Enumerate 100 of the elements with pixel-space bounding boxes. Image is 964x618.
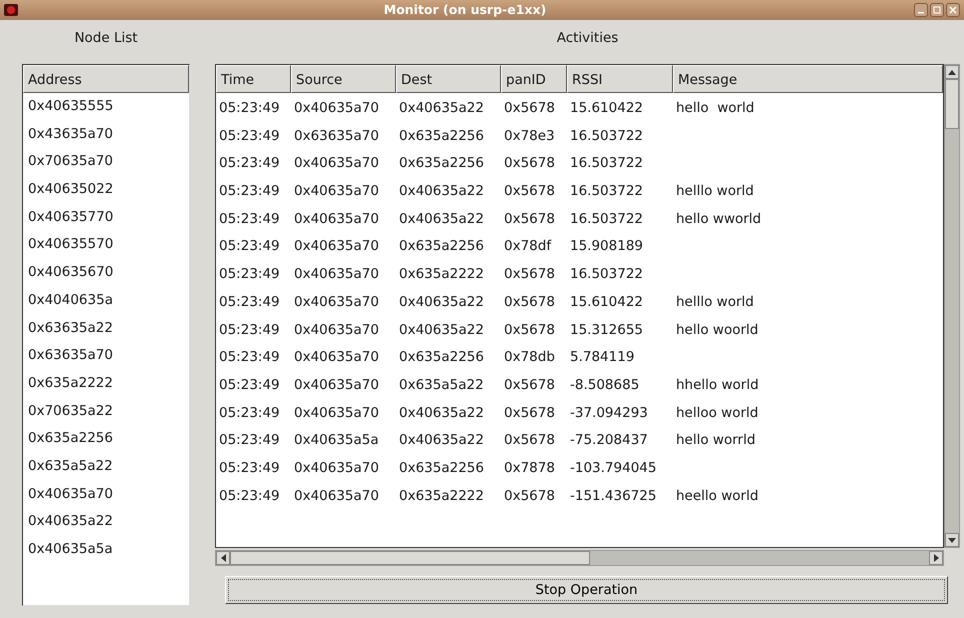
horizontal-scrollbar[interactable] xyxy=(215,550,944,566)
table-cell: 16.503722 xyxy=(570,183,644,200)
table-cell: 0x5678 xyxy=(504,294,555,310)
up-arrow-icon xyxy=(948,70,956,74)
table-cell: 0x5678 xyxy=(504,488,555,504)
table-cell: 15.908189 xyxy=(570,238,644,254)
table-cell: 05:23:49 xyxy=(219,432,280,448)
table-cell: 0x635a2256 xyxy=(399,155,484,172)
column-header[interactable]: Dest xyxy=(396,65,501,93)
window-title: Monitor (on usrp-e1xx) xyxy=(382,0,548,19)
table-cell: hello wworld xyxy=(676,210,762,227)
table-cell: 0x40635a22 xyxy=(399,404,484,421)
scroll-down-button[interactable] xyxy=(945,533,959,547)
list-item[interactable]: 0x40635a70 xyxy=(28,486,113,502)
table-cell: 16.503722 xyxy=(570,266,644,282)
app-icon xyxy=(4,4,18,16)
table-cell: -37.094293 xyxy=(570,404,648,421)
table-cell: 05:23:49 xyxy=(219,100,280,116)
table-cell: 0x7878 xyxy=(504,460,555,476)
table-cell: 0x635a2222 xyxy=(399,488,484,504)
column-header[interactable]: RSSI xyxy=(567,65,673,93)
minimize-button[interactable] xyxy=(914,3,928,17)
scroll-right-button[interactable] xyxy=(929,551,943,565)
list-item[interactable]: 0x40635022 xyxy=(28,181,114,198)
column-header[interactable]: Address xyxy=(23,65,189,93)
list-item[interactable]: 0x635a2222 xyxy=(28,374,113,391)
maximize-icon xyxy=(933,6,941,14)
column-header[interactable]: panID xyxy=(501,65,567,93)
column-header[interactable]: Time xyxy=(216,65,291,93)
table-cell: 16.503722 xyxy=(570,210,644,227)
list-item[interactable]: 0x40635555 xyxy=(28,98,114,114)
list-item[interactable]: 0x63635a70 xyxy=(28,347,113,364)
table-cell: 0x40635a70 xyxy=(294,294,379,310)
table-cell: 05:23:49 xyxy=(219,238,280,254)
scroll-left-button[interactable] xyxy=(216,551,230,565)
list-item[interactable]: 0x63635a22 xyxy=(28,320,113,336)
list-item[interactable]: 0x40635770 xyxy=(28,208,114,225)
table-cell: helloo world xyxy=(676,404,758,421)
table-cell: 0x635a2256 xyxy=(399,238,484,254)
table-cell: 05:23:49 xyxy=(219,155,280,172)
table-cell: 0x40635a70 xyxy=(294,322,379,338)
table-cell: helllo world xyxy=(676,294,754,310)
table-cell: 0x40635a70 xyxy=(294,460,379,476)
table-cell: 0x40635a70 xyxy=(294,100,379,116)
table-cell: 0x40635a22 xyxy=(399,432,484,448)
close-icon xyxy=(949,6,957,14)
maximize-button[interactable] xyxy=(930,3,944,17)
table-cell: 0x40635a5a xyxy=(294,432,379,448)
column-header[interactable]: Source xyxy=(291,65,396,93)
list-item[interactable]: 0x40635a5a xyxy=(28,541,113,557)
table-cell: 0x635a2256 xyxy=(399,349,484,366)
table-cell: 05:23:49 xyxy=(219,128,280,144)
table-cell: 0x635a5a22 xyxy=(399,376,484,393)
table-cell: 5.784119 xyxy=(570,349,634,366)
section-heading: Activities xyxy=(556,30,618,46)
table-cell: 0x5678 xyxy=(504,432,555,448)
scrollbar-thumb[interactable] xyxy=(945,79,959,129)
stop-operation-button[interactable]: Stop Operation xyxy=(225,576,948,604)
table-cell: 05:23:49 xyxy=(219,404,280,421)
table-cell: 0x5678 xyxy=(504,404,555,421)
table-cell: 05:23:49 xyxy=(219,210,280,227)
table-cell: 0x635a2222 xyxy=(399,266,484,282)
table-cell: helllo world xyxy=(676,183,754,200)
list-item[interactable]: 0x40635570 xyxy=(28,236,114,252)
list-item[interactable]: 0x635a5a22 xyxy=(28,458,113,474)
list-item[interactable]: 0x635a2256 xyxy=(28,430,113,446)
vertical-scrollbar[interactable] xyxy=(944,64,960,548)
list-item[interactable]: 0x43635a70 xyxy=(28,126,113,142)
table-cell: 0x5678 xyxy=(504,183,555,200)
table-cell: 0x40635a22 xyxy=(399,183,484,200)
table-cell: 0x78e3 xyxy=(504,128,555,144)
list-item[interactable]: 0x70635a70 xyxy=(28,153,113,170)
table-cell: 0x40635a70 xyxy=(294,488,379,504)
table-cell: 0x5678 xyxy=(504,266,555,282)
table-cell: -151.436725 xyxy=(570,488,656,504)
list-item[interactable]: 0x40635a22 xyxy=(28,513,113,530)
close-button[interactable] xyxy=(946,3,960,17)
table-cell: 0x40635a70 xyxy=(294,183,379,200)
table-cell: hello woorld xyxy=(676,322,758,338)
scroll-up-button[interactable] xyxy=(945,65,959,79)
table-cell: heello world xyxy=(676,488,758,504)
column-header[interactable]: Message xyxy=(673,65,943,93)
table-cell: 16.503722 xyxy=(570,155,644,172)
table-cell: 0x40635a70 xyxy=(294,210,379,227)
table-cell: hello worrld xyxy=(676,432,756,448)
table-cell: 0x5678 xyxy=(504,322,555,338)
list-item[interactable]: 0x4040635a xyxy=(28,292,113,308)
table-cell: 0x63635a70 xyxy=(294,128,379,144)
scrollbar-thumb[interactable] xyxy=(230,551,590,565)
table-cell: 0x5678 xyxy=(504,155,555,172)
table-cell: 0x78db xyxy=(504,349,555,366)
table-cell: 05:23:49 xyxy=(219,322,280,338)
list-item[interactable]: 0x40635670 xyxy=(28,264,114,280)
table-cell: 0x40635a70 xyxy=(294,155,379,172)
table-cell: 0x5678 xyxy=(504,100,555,116)
table-cell: 15.610422 xyxy=(570,100,644,116)
list-item[interactable]: 0x70635a22 xyxy=(28,402,113,419)
table-cell: 15.312655 xyxy=(570,322,644,338)
table-cell: -75.208437 xyxy=(570,432,648,448)
table-cell: 0x40635a22 xyxy=(399,100,484,116)
